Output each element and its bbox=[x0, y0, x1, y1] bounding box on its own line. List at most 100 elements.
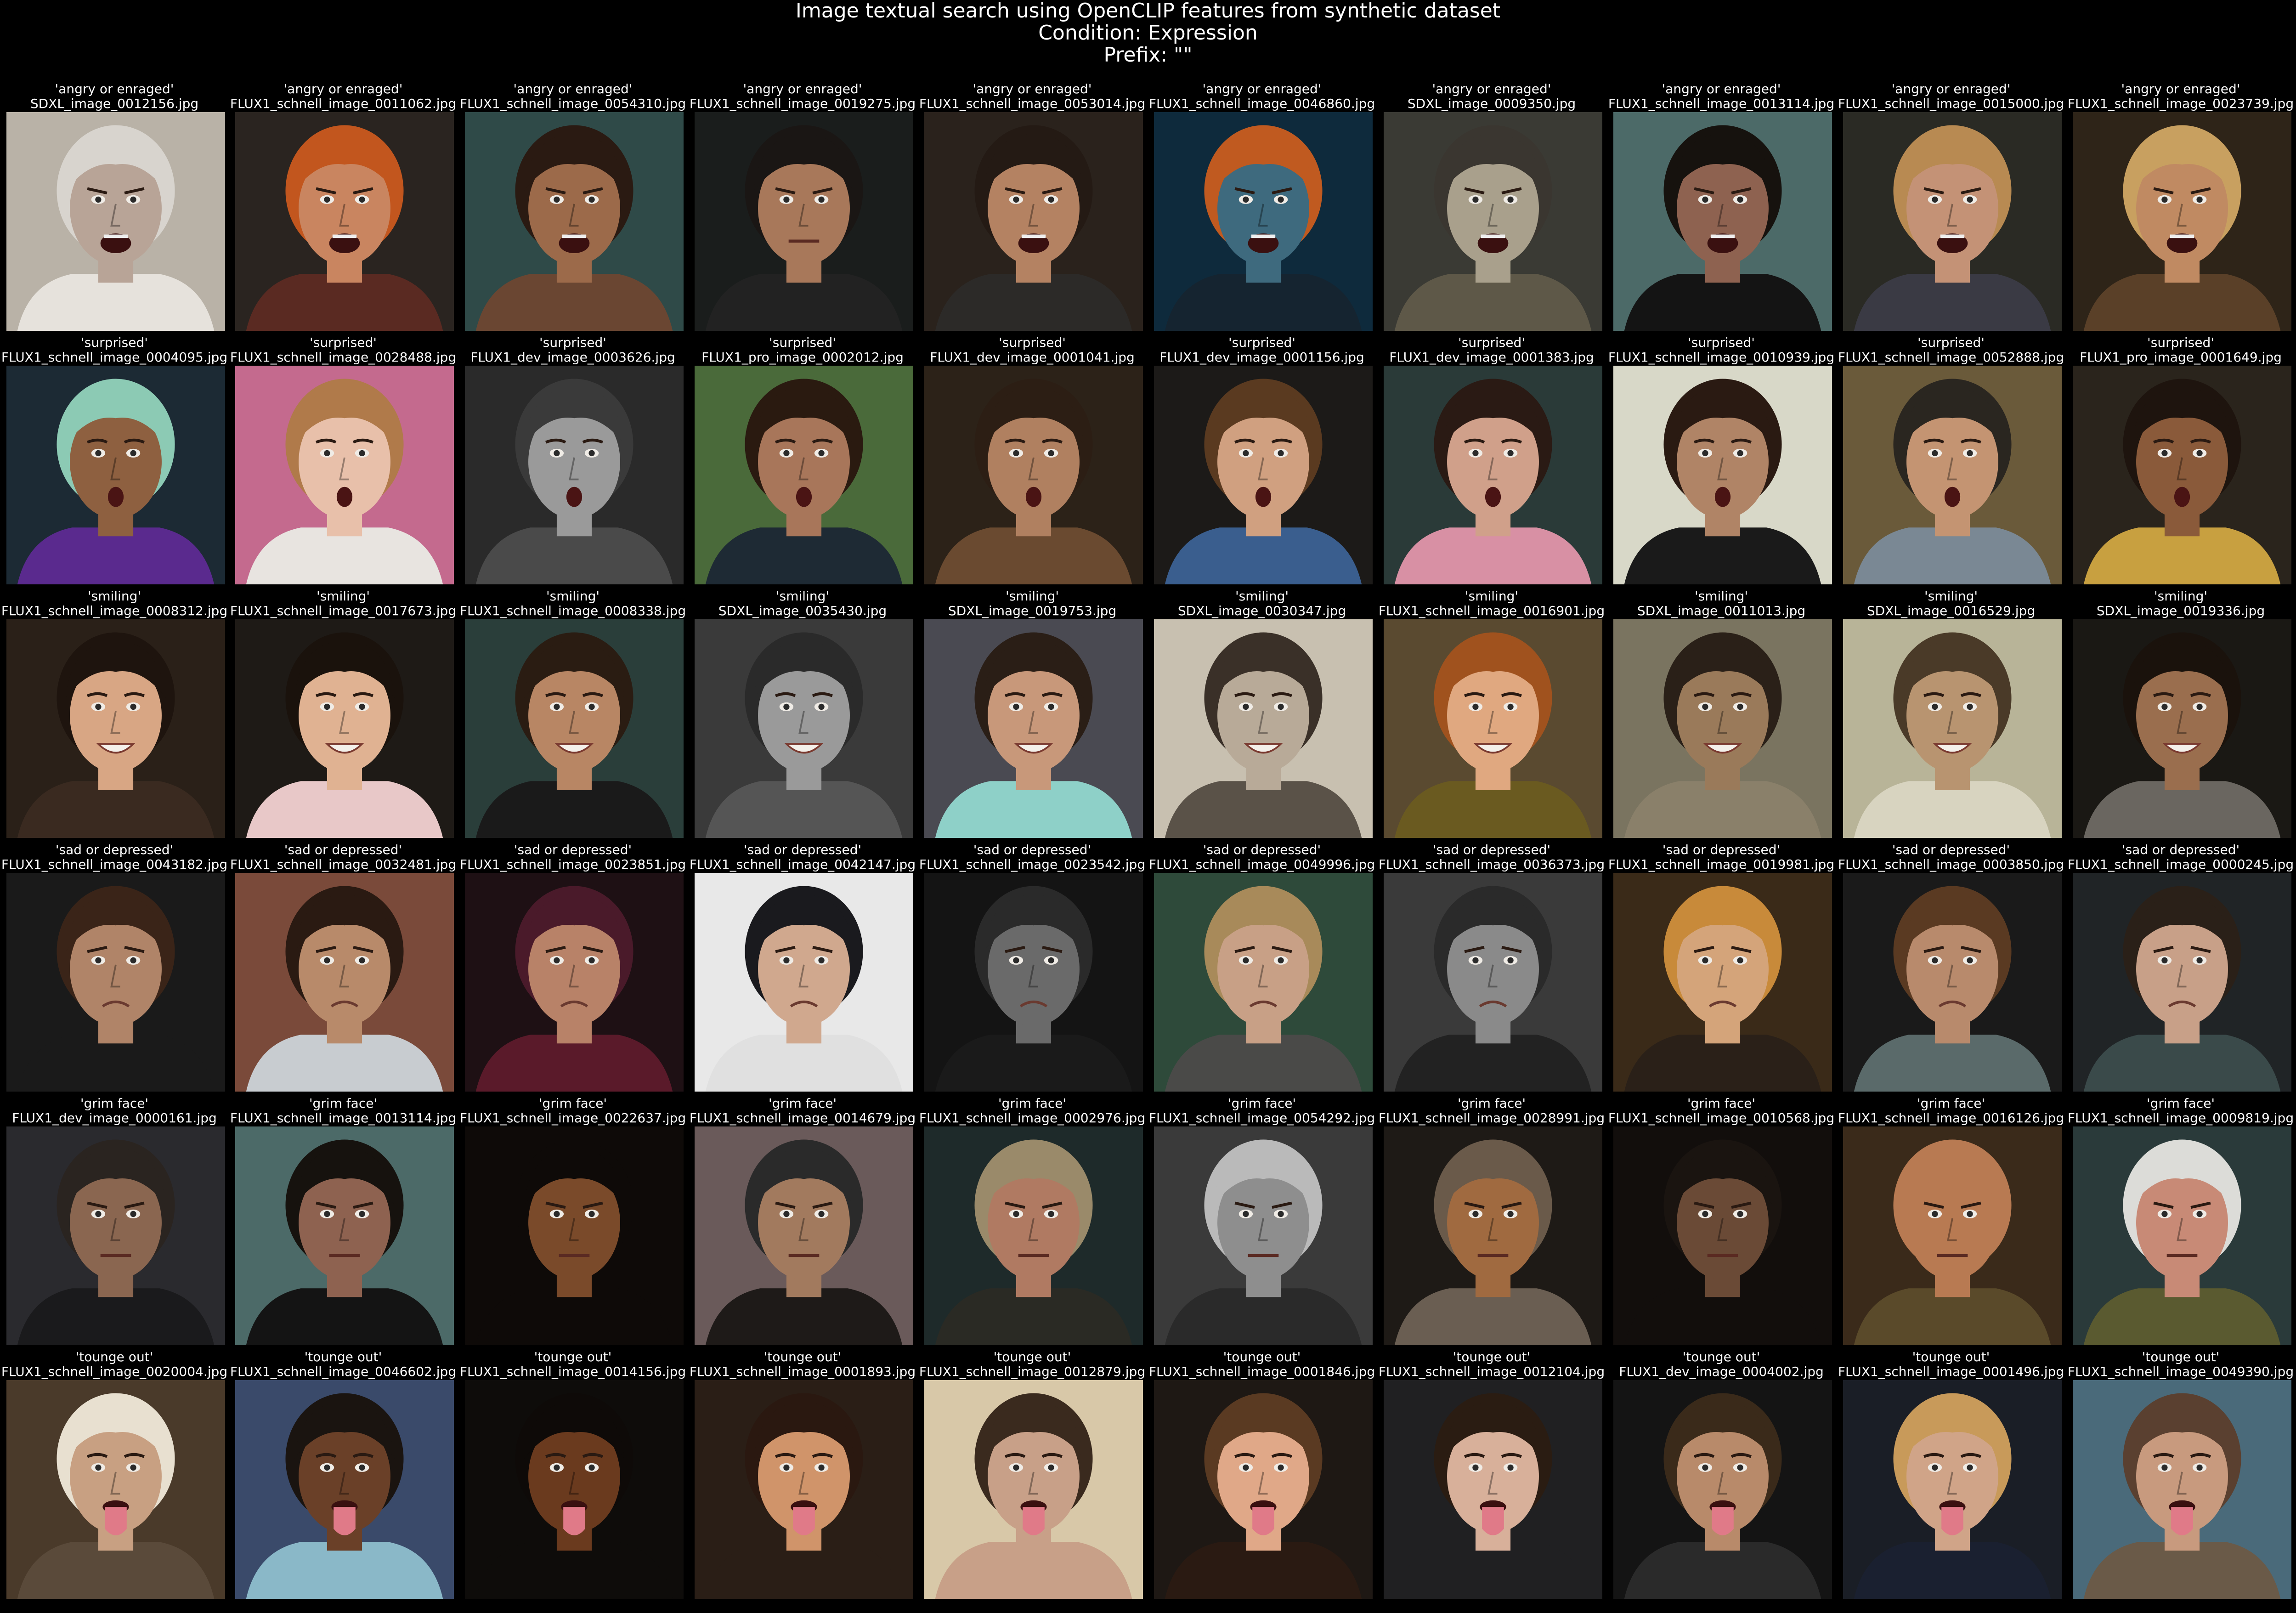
query-label: 'grim face' bbox=[538, 1096, 607, 1111]
filename-label: FLUX1_schnell_image_0046602.jpg bbox=[230, 1364, 457, 1379]
portrait-thumbnail[interactable] bbox=[1384, 1126, 1602, 1345]
filename-label: FLUX1_schnell_image_0010568.jpg bbox=[1608, 1110, 1835, 1126]
filename-label: FLUX1_schnell_image_0012879.jpg bbox=[919, 1364, 1146, 1379]
portrait-thumbnail[interactable] bbox=[1613, 112, 1832, 331]
query-label: 'angry or enraged' bbox=[2121, 81, 2240, 96]
query-label: 'smiling' bbox=[1924, 589, 1978, 604]
filename-label: FLUX1_schnell_image_0003850.jpg bbox=[1838, 857, 2064, 872]
result-cell: 'sad or depressed' FLUX1_schnell_image_00… bbox=[1377, 843, 1606, 1094]
portrait-thumbnail[interactable] bbox=[1384, 619, 1602, 838]
portrait-thumbnail[interactable] bbox=[1843, 366, 2062, 584]
result-cell: 'angry or enraged' FLUX1_schnell_image_00… bbox=[1837, 82, 2065, 334]
portrait-thumbnail[interactable] bbox=[1843, 873, 2062, 1092]
filename-label: FLUX1_schnell_image_0002976.jpg bbox=[919, 1110, 1146, 1126]
portrait-thumbnail[interactable] bbox=[1613, 1126, 1832, 1345]
result-cell: 'sad or depressed' FLUX1_schnell_image_00… bbox=[1148, 843, 1376, 1094]
portrait-thumbnail[interactable] bbox=[465, 366, 684, 584]
query-label: 'grim face' bbox=[1917, 1096, 1985, 1111]
portrait-thumbnail[interactable] bbox=[235, 112, 454, 331]
portrait-thumbnail[interactable] bbox=[1154, 366, 1373, 584]
portrait-thumbnail[interactable] bbox=[465, 1380, 684, 1599]
filename-label: SDXL_image_0019753.jpg bbox=[948, 603, 1117, 618]
query-label: 'grim face' bbox=[1687, 1096, 1756, 1111]
portrait-thumbnail[interactable] bbox=[465, 1126, 684, 1345]
portrait-thumbnail[interactable] bbox=[1154, 1126, 1373, 1345]
portrait-thumbnail[interactable] bbox=[2073, 366, 2291, 584]
portrait-thumbnail[interactable] bbox=[6, 1126, 225, 1345]
portrait-thumbnail[interactable] bbox=[1843, 619, 2062, 838]
portrait-thumbnail[interactable] bbox=[2073, 619, 2291, 838]
result-cell: 'grim face' FLUX1_schnell_image_0002976.j… bbox=[918, 1096, 1147, 1348]
filename-label: FLUX1_schnell_image_0016126.jpg bbox=[1838, 1110, 2064, 1126]
filename-label: SDXL_image_0012156.jpg bbox=[30, 96, 199, 111]
query-label: 'smiling' bbox=[87, 589, 141, 604]
portrait-thumbnail[interactable] bbox=[924, 112, 1143, 331]
filename-label: FLUX1_schnell_image_0032481.jpg bbox=[230, 857, 457, 872]
portrait-thumbnail[interactable] bbox=[695, 873, 913, 1092]
result-cell: 'smiling' FLUX1_schnell_image_0008338.jpg bbox=[458, 589, 687, 841]
portrait-thumbnail[interactable] bbox=[1613, 619, 1832, 838]
filename-label: SDXL_image_0035430.jpg bbox=[718, 603, 887, 618]
result-cell: 'angry or enraged' SDXL_image_0012156.jpg bbox=[0, 82, 229, 334]
portrait-thumbnail[interactable] bbox=[1613, 366, 1832, 584]
query-label: 'angry or enraged' bbox=[743, 81, 862, 96]
filename-label: FLUX1_schnell_image_0053014.jpg bbox=[919, 96, 1146, 111]
portrait-thumbnail[interactable] bbox=[6, 1380, 225, 1599]
portrait-thumbnail[interactable] bbox=[1154, 112, 1373, 331]
portrait-thumbnail[interactable] bbox=[235, 1380, 454, 1599]
portrait-thumbnail[interactable] bbox=[1384, 1380, 1602, 1599]
portrait-thumbnail[interactable] bbox=[1843, 112, 2062, 331]
portrait-thumbnail[interactable] bbox=[924, 873, 1143, 1092]
portrait-thumbnail[interactable] bbox=[2073, 112, 2291, 331]
result-cell: 'tounge out' FLUX1_schnell_image_0001893.… bbox=[688, 1350, 917, 1602]
portrait-thumbnail[interactable] bbox=[6, 112, 225, 331]
query-label: 'surprised' bbox=[81, 335, 148, 350]
portrait-thumbnail[interactable] bbox=[695, 619, 913, 838]
filename-label: FLUX1_schnell_image_0054292.jpg bbox=[1148, 1110, 1375, 1126]
portrait-thumbnail[interactable] bbox=[924, 366, 1143, 584]
query-label: 'sad or depressed' bbox=[1892, 842, 2010, 857]
portrait-thumbnail[interactable] bbox=[2073, 1126, 2291, 1345]
query-label: 'smiling' bbox=[1694, 589, 1748, 604]
portrait-thumbnail[interactable] bbox=[465, 112, 684, 331]
portrait-thumbnail[interactable] bbox=[1384, 112, 1602, 331]
portrait-thumbnail[interactable] bbox=[235, 619, 454, 838]
portrait-thumbnail[interactable] bbox=[1154, 873, 1373, 1092]
result-cell: 'tounge out' FLUX1_schnell_image_0046602.… bbox=[229, 1350, 458, 1602]
query-label: 'sad or depressed' bbox=[743, 842, 862, 857]
portrait-thumbnail[interactable] bbox=[235, 366, 454, 584]
query-label: 'tounge out' bbox=[993, 1349, 1071, 1364]
portrait-thumbnail[interactable] bbox=[924, 1380, 1143, 1599]
portrait-thumbnail[interactable] bbox=[924, 619, 1143, 838]
portrait-thumbnail[interactable] bbox=[235, 1126, 454, 1345]
portrait-thumbnail[interactable] bbox=[695, 1380, 913, 1599]
result-cell: 'tounge out' FLUX1_schnell_image_0014156.… bbox=[458, 1350, 687, 1602]
portrait-thumbnail[interactable] bbox=[924, 1126, 1143, 1345]
portrait-thumbnail[interactable] bbox=[2073, 1380, 2291, 1599]
portrait-thumbnail[interactable] bbox=[1843, 1380, 2062, 1599]
filename-label: FLUX1_schnell_image_0022637.jpg bbox=[459, 1110, 686, 1126]
portrait-thumbnail[interactable] bbox=[465, 619, 684, 838]
portrait-thumbnail[interactable] bbox=[1154, 619, 1373, 838]
portrait-thumbnail[interactable] bbox=[1613, 1380, 1832, 1599]
filename-label: FLUX1_schnell_image_0009819.jpg bbox=[2067, 1110, 2294, 1126]
portrait-thumbnail[interactable] bbox=[1384, 366, 1602, 584]
portrait-thumbnail[interactable] bbox=[6, 366, 225, 584]
result-cell: 'grim face' FLUX1_schnell_image_0014679.j… bbox=[688, 1096, 917, 1348]
portrait-thumbnail[interactable] bbox=[1384, 873, 1602, 1092]
portrait-thumbnail[interactable] bbox=[6, 619, 225, 838]
portrait-thumbnail[interactable] bbox=[695, 366, 913, 584]
result-cell: 'angry or enraged' FLUX1_schnell_image_00… bbox=[2066, 82, 2295, 334]
portrait-thumbnail[interactable] bbox=[2073, 873, 2291, 1092]
query-label: 'smiling' bbox=[546, 589, 600, 604]
portrait-thumbnail[interactable] bbox=[235, 873, 454, 1092]
filename-label: FLUX1_schnell_image_0013114.jpg bbox=[1608, 96, 1835, 111]
portrait-thumbnail[interactable] bbox=[465, 873, 684, 1092]
query-label: 'tounge out' bbox=[304, 1349, 382, 1364]
portrait-thumbnail[interactable] bbox=[1154, 1380, 1373, 1599]
portrait-thumbnail[interactable] bbox=[1613, 873, 1832, 1092]
portrait-thumbnail[interactable] bbox=[695, 1126, 913, 1345]
portrait-thumbnail[interactable] bbox=[1843, 1126, 2062, 1345]
portrait-thumbnail[interactable] bbox=[695, 112, 913, 331]
portrait-thumbnail[interactable] bbox=[6, 873, 225, 1092]
